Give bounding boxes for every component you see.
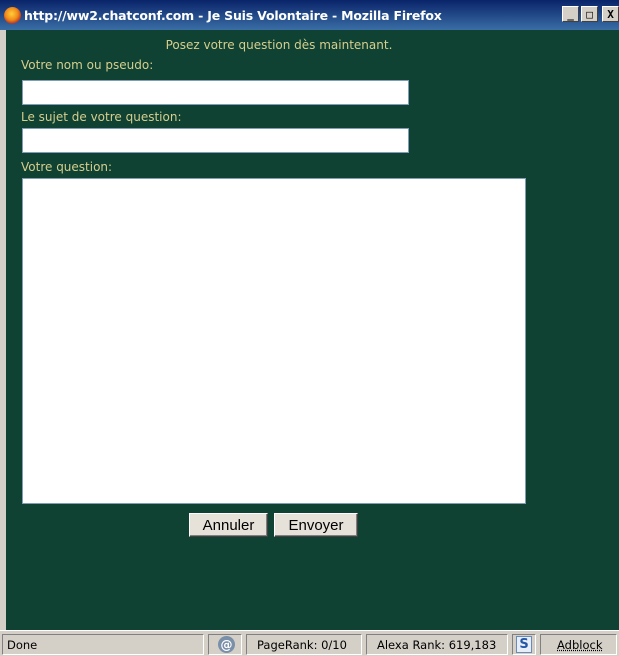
name-label: Votre nom ou pseudo:: [21, 58, 154, 72]
adblock-status[interactable]: Adblock: [540, 634, 617, 655]
name-input[interactable]: [22, 80, 409, 105]
subject-label: Le sujet de votre question:: [21, 110, 182, 124]
s-icon: S: [516, 636, 532, 653]
window-title: http://ww2.chatconf.com - Je Suis Volont…: [24, 7, 442, 23]
page-heading: Posez votre question dès maintenant.: [165, 38, 393, 52]
cancel-button[interactable]: Annuler: [189, 513, 268, 537]
alexa-rank-status[interactable]: Alexa Rank: 619,183: [366, 634, 508, 655]
window-title-bar[interactable]: http://ww2.chatconf.com - Je Suis Volont…: [0, 0, 619, 30]
question-label: Votre question:: [21, 160, 113, 174]
status-bar: Done @ PageRank: 0/10 Alexa Rank: 619,18…: [0, 630, 619, 656]
pagerank-status[interactable]: PageRank: 0/10: [246, 634, 362, 655]
page-content: Posez votre question dès maintenant. Vot…: [6, 30, 619, 630]
status-text: Done: [2, 634, 204, 655]
firefox-icon: [4, 6, 21, 24]
s-extension[interactable]: S: [512, 634, 536, 655]
question-textarea[interactable]: [22, 178, 526, 504]
maximize-button[interactable]: □: [581, 6, 598, 22]
send-button[interactable]: Envoyer: [274, 513, 358, 537]
at-extension[interactable]: @: [208, 634, 242, 655]
close-button[interactable]: X: [602, 6, 619, 22]
subject-input[interactable]: [22, 128, 409, 153]
minimize-button[interactable]: _: [562, 6, 579, 22]
window-controls: _ □ X: [562, 6, 619, 22]
at-icon: @: [218, 636, 235, 653]
